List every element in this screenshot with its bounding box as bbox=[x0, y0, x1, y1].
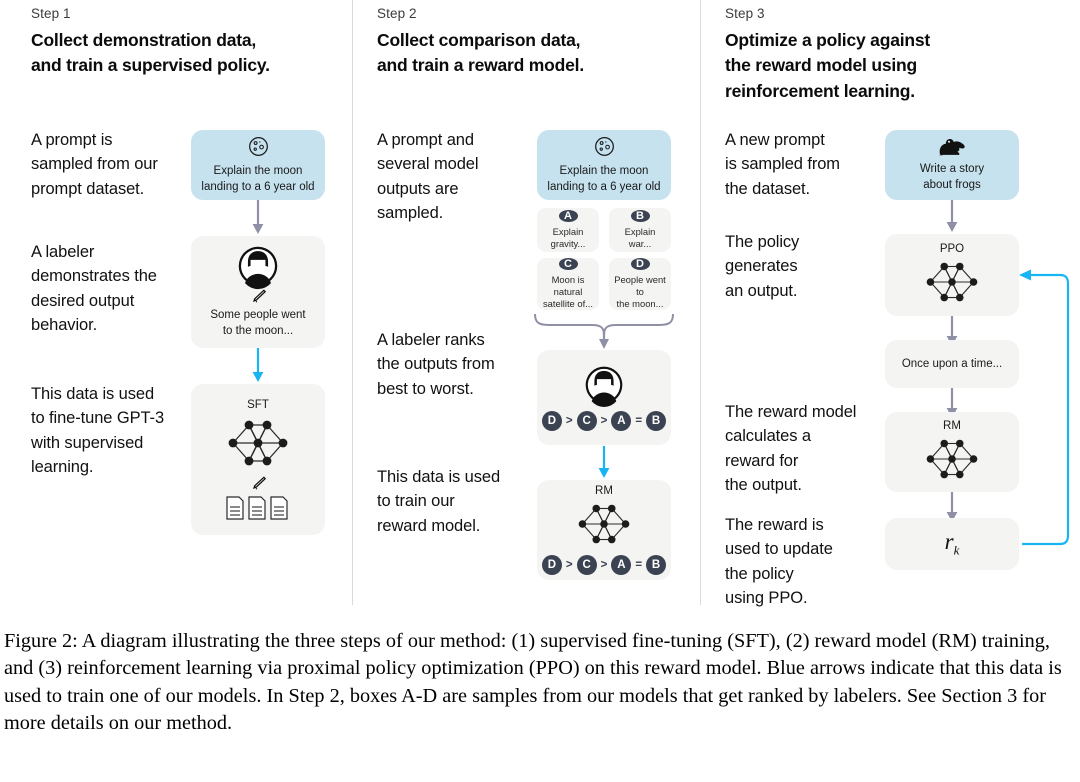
step-1-label: Step 1 bbox=[31, 6, 71, 21]
sample-badge-d: D bbox=[630, 257, 650, 270]
sample-text-a: Explain gravity... bbox=[550, 225, 586, 249]
step-2-rm-ranking-row: D > C > A = B bbox=[541, 555, 667, 575]
step-3-new-prompt-card[interactable]: Write a story about frogs bbox=[885, 130, 1019, 200]
moon-icon bbox=[593, 135, 616, 158]
rank-op-1: > bbox=[565, 414, 573, 427]
rank-badge-2: C bbox=[576, 555, 597, 575]
step-1-sft-label: SFT bbox=[247, 398, 269, 411]
person-icon bbox=[584, 365, 624, 407]
step-1-description-3: This data is used to fine-tune GPT-3 wit… bbox=[31, 385, 165, 477]
step-1-description-2: A labeler demonstrates the desired outpu… bbox=[31, 243, 157, 335]
arrow-down-gray-2 bbox=[944, 200, 960, 234]
step-1-column: Step 1 Collect demonstration data, and t… bbox=[0, 0, 352, 612]
step-3-description-2: The policy generates an output. bbox=[725, 233, 800, 300]
step-2-label: Step 2 bbox=[377, 6, 417, 21]
step-1-description-1: A prompt is sampled from our prompt data… bbox=[31, 131, 158, 198]
rank-op-2: > bbox=[600, 414, 608, 427]
step-3-output-text: Once upon a time... bbox=[901, 357, 1003, 370]
neural-network-icon bbox=[575, 499, 633, 549]
neural-network-icon bbox=[923, 257, 981, 307]
rank-badge-2: C bbox=[576, 410, 597, 431]
rank-badge-4: B bbox=[646, 555, 667, 575]
step-3-description-4: The reward is used to update the policy … bbox=[725, 516, 833, 608]
step-1-labeler-text: Some people went to the moon... bbox=[210, 308, 306, 337]
neural-network-icon bbox=[923, 434, 981, 484]
step-3-rm-card[interactable]: RM bbox=[885, 412, 1019, 492]
sample-card-b[interactable]: B Explain war... bbox=[609, 208, 671, 252]
sample-card-a[interactable]: A Explain gravity... bbox=[537, 208, 599, 252]
figure-diagram: Step 1 Collect demonstration data, and t… bbox=[0, 0, 1080, 612]
step-2-ranking-row: D > C > A = B bbox=[541, 410, 667, 431]
step-2-column: Step 2 Collect comparison data, and trai… bbox=[352, 0, 700, 612]
arrow-down-blue-1 bbox=[250, 348, 266, 384]
sample-card-d[interactable]: D People went to the moon... bbox=[609, 257, 671, 310]
step-2-title: Collect comparison data, and train a rew… bbox=[377, 30, 584, 76]
step-3-description-1: A new prompt is sampled from the dataset… bbox=[725, 131, 840, 198]
step-3-rm-label: RM bbox=[943, 420, 961, 432]
rank-badge-1: D bbox=[541, 555, 562, 575]
figure-caption: Figure 2: A diagram illustrating the thr… bbox=[4, 630, 1062, 734]
rank-op-3: = bbox=[635, 414, 643, 427]
sample-badge-c: C bbox=[558, 257, 578, 270]
reward-symbol: rk bbox=[945, 529, 960, 559]
step-3-column: Step 3 Optimize a policy against the rew… bbox=[700, 0, 1080, 612]
step-2-description-3: This data is used to train our reward mo… bbox=[377, 468, 501, 535]
step-3-new-prompt-text: Write a story about frogs bbox=[919, 163, 985, 191]
rank-badge-3: A bbox=[611, 410, 632, 431]
step-3-reward-card[interactable]: rk bbox=[885, 518, 1019, 570]
sample-text-c: Moon is natural satellite of... bbox=[542, 273, 594, 310]
person-icon bbox=[237, 245, 279, 290]
step-2-prompt-text: Explain the moon landing to a 6 year old bbox=[547, 164, 661, 193]
sample-badge-b: B bbox=[630, 209, 650, 222]
feedback-loop-arrow bbox=[1010, 262, 1080, 552]
pencil-icon bbox=[250, 475, 267, 491]
step-3-ppo-label: PPO bbox=[939, 243, 965, 255]
step-1-prompt-text: Explain the moon landing to a 6 year old bbox=[201, 164, 315, 193]
step-2-rm-label: RM bbox=[595, 485, 613, 497]
frog-icon bbox=[937, 136, 967, 156]
step-3-output-card[interactable]: Once upon a time... bbox=[885, 340, 1019, 388]
pencil-icon bbox=[250, 289, 267, 304]
moon-icon bbox=[247, 135, 270, 158]
arrow-down-blue-2 bbox=[596, 446, 612, 480]
merge-bracket-arrow bbox=[530, 312, 680, 350]
sample-text-d: People went to the moon... bbox=[614, 273, 666, 310]
step-3-ppo-card[interactable]: PPO bbox=[885, 234, 1019, 316]
reward-symbol-subscript: k bbox=[953, 542, 960, 558]
step-2-description-1: A prompt and several model outputs are s… bbox=[377, 131, 479, 223]
step-2-ranking-card[interactable]: D > C > A = B bbox=[537, 350, 671, 445]
rank-op-3: = bbox=[635, 559, 643, 571]
reward-symbol-base: r bbox=[944, 529, 954, 555]
step-1-labeler-card[interactable]: Some people went to the moon... bbox=[191, 236, 325, 348]
rank-op-2: > bbox=[600, 559, 608, 571]
step-3-label: Step 3 bbox=[725, 6, 765, 21]
step-1-prompt-card[interactable]: Explain the moon landing to a 6 year old bbox=[191, 130, 325, 200]
rank-badge-3: A bbox=[611, 555, 632, 575]
step-1-title: Collect demonstration data, and train a … bbox=[31, 30, 270, 76]
arrow-down-gray-1 bbox=[250, 200, 266, 236]
sample-badge-a: A bbox=[558, 209, 578, 222]
step-3-description-3: The reward model calculates a reward for… bbox=[725, 403, 857, 495]
documents-icon bbox=[225, 495, 291, 521]
step-2-prompt-card[interactable]: Explain the moon landing to a 6 year old bbox=[537, 130, 671, 200]
rank-badge-1: D bbox=[541, 410, 562, 431]
neural-network-icon bbox=[225, 414, 291, 472]
rank-badge-4: B bbox=[646, 410, 667, 431]
rank-op-1: > bbox=[565, 559, 573, 571]
sample-card-c[interactable]: C Moon is natural satellite of... bbox=[537, 257, 599, 310]
sample-text-b: Explain war... bbox=[624, 225, 656, 249]
step-2-description-2: A labeler ranks the outputs from best to… bbox=[377, 331, 495, 398]
step-3-title: Optimize a policy against the reward mod… bbox=[725, 30, 931, 101]
step-1-sft-card[interactable]: SFT bbox=[191, 384, 325, 535]
step-2-rm-card[interactable]: RM D > C > A = B bbox=[537, 480, 671, 580]
